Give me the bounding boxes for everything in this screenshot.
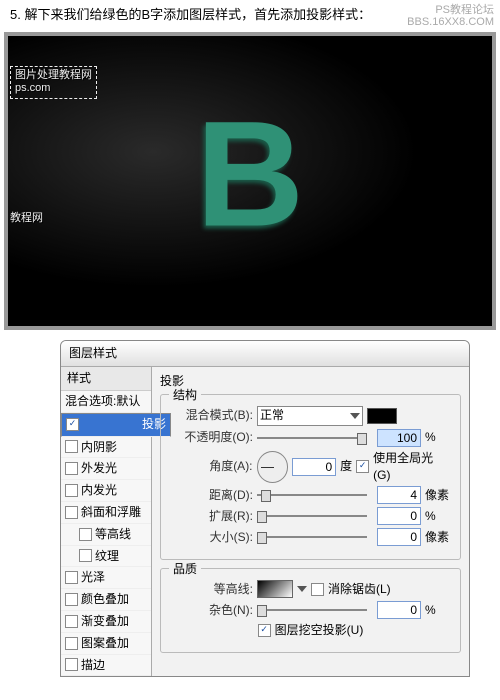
blendmode-label: 混合模式(B): bbox=[171, 407, 253, 424]
sidebar-item-bevel[interactable]: 斜面和浮雕 bbox=[61, 502, 151, 524]
panel-title: 投影 bbox=[160, 373, 461, 390]
distance-slider[interactable] bbox=[257, 494, 367, 496]
check-icon: ✓ bbox=[66, 418, 79, 431]
sidebar-item-contour[interactable]: 等高线 bbox=[61, 524, 151, 546]
angle-label: 角度(A): bbox=[171, 458, 253, 475]
letter-b: B bbox=[196, 99, 304, 249]
chevron-down-icon bbox=[350, 413, 360, 419]
opacity-input[interactable]: 100 bbox=[377, 429, 421, 447]
global-light-checkbox[interactable]: ✓ bbox=[356, 460, 369, 473]
antialias-checkbox[interactable] bbox=[311, 583, 324, 596]
size-label: 大小(S): bbox=[171, 529, 253, 546]
chevron-down-icon bbox=[297, 586, 307, 592]
knockout-checkbox[interactable]: ✓ bbox=[258, 624, 271, 637]
group-structure: 结构 混合模式(B): 正常 不透明度(O): 100 % 角度(A): 0 度 bbox=[160, 394, 461, 561]
sidebar-item-outerglow[interactable]: 外发光 bbox=[61, 458, 151, 480]
sidebar-item-coloroverlay[interactable]: 颜色叠加 bbox=[61, 589, 151, 611]
effect-settings-panel: 投影 结构 混合模式(B): 正常 不透明度(O): 100 % 角度(A): bbox=[152, 367, 469, 676]
noise-input[interactable]: 0 bbox=[377, 601, 421, 619]
sidebar-item-innerglow[interactable]: 内发光 bbox=[61, 480, 151, 502]
shadow-color-swatch[interactable] bbox=[367, 408, 397, 424]
sidebar-item-innershadow[interactable]: 内阴影 bbox=[61, 437, 151, 459]
blendmode-select[interactable]: 正常 bbox=[257, 406, 363, 426]
effects-sidebar: 样式 混合选项:默认 ✓投影 内阴影 外发光 内发光 斜面和浮雕 等高线 纹理 … bbox=[61, 367, 152, 676]
angle-input[interactable]: 0 bbox=[292, 458, 336, 476]
watermark-text: 教程网 bbox=[10, 211, 43, 226]
contour-picker[interactable] bbox=[257, 580, 293, 598]
dialog-title: 图层样式 bbox=[61, 341, 469, 367]
sidebar-item-gradientoverlay[interactable]: 渐变叠加 bbox=[61, 611, 151, 633]
opacity-label: 不透明度(O): bbox=[171, 429, 253, 446]
sidebar-item-stroke[interactable]: 描边 bbox=[61, 655, 151, 677]
angle-dial[interactable] bbox=[257, 451, 289, 483]
noise-slider[interactable] bbox=[257, 609, 367, 611]
group-quality: 品质 等高线: 消除锯齿(L) 杂色(N): 0 % ✓ 图层挖空投影(U) bbox=[160, 568, 461, 653]
watermark-box: 图片处理教程网ps.com bbox=[10, 66, 97, 98]
spread-slider[interactable] bbox=[257, 515, 367, 517]
spread-input[interactable]: 0 bbox=[377, 507, 421, 525]
site-credit: PS教程论坛BBS.16XX8.COM bbox=[407, 4, 494, 28]
contour-label: 等高线: bbox=[171, 581, 253, 598]
size-input[interactable]: 0 bbox=[377, 528, 421, 546]
distance-label: 距离(D): bbox=[171, 487, 253, 504]
layer-style-dialog: 图层样式 样式 混合选项:默认 ✓投影 内阴影 外发光 内发光 斜面和浮雕 等高… bbox=[60, 340, 470, 677]
preview-canvas: 图片处理教程网ps.com 教程网 B B bbox=[8, 36, 492, 326]
sidebar-item-patternoverlay[interactable]: 图案叠加 bbox=[61, 633, 151, 655]
distance-input[interactable]: 4 bbox=[377, 486, 421, 504]
opacity-slider[interactable] bbox=[257, 437, 367, 439]
sidebar-blend-defaults[interactable]: 混合选项:默认 bbox=[61, 391, 151, 413]
sidebar-item-satin[interactable]: 光泽 bbox=[61, 567, 151, 589]
sidebar-header: 样式 bbox=[61, 367, 151, 391]
preview-frame: 图片处理教程网ps.com 教程网 B B bbox=[4, 32, 496, 330]
size-slider[interactable] bbox=[257, 536, 367, 538]
noise-label: 杂色(N): bbox=[171, 602, 253, 619]
spread-label: 扩展(R): bbox=[171, 508, 253, 525]
sidebar-item-texture[interactable]: 纹理 bbox=[61, 546, 151, 568]
